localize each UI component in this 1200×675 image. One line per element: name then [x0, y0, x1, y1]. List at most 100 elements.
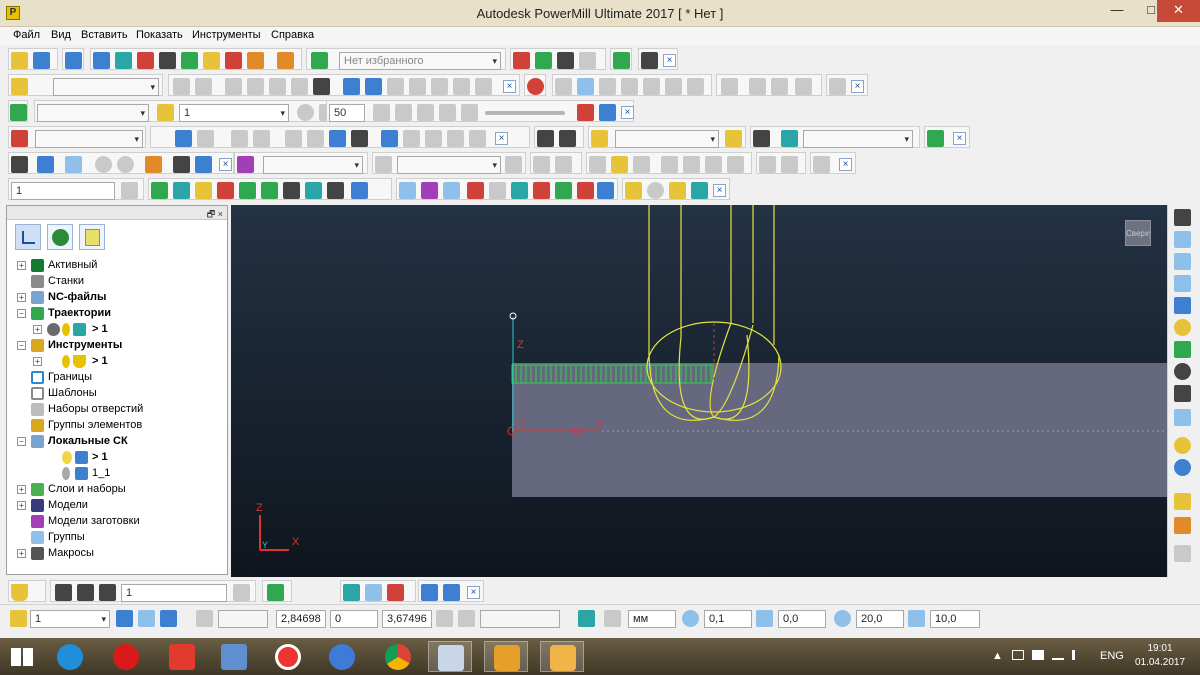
draw-gouge-icon[interactable]: [577, 182, 594, 199]
toolbar-close-icon[interactable]: ×: [467, 586, 480, 599]
menu-show[interactable]: Показать: [136, 29, 183, 41]
tray-volume-icon[interactable]: [1072, 650, 1084, 660]
copy-view-icon[interactable]: [795, 78, 812, 95]
view-iso3-icon[interactable]: [1174, 275, 1191, 292]
draw-collision-icon[interactable]: [555, 182, 572, 199]
minimize-button[interactable]: —: [1100, 0, 1134, 22]
leads-links-icon[interactable]: [203, 52, 220, 69]
start-button[interactable]: [0, 641, 44, 672]
taskbar-chrome[interactable]: [376, 641, 420, 672]
draw-points-icon[interactable]: [467, 182, 484, 199]
back-view-icon[interactable]: [687, 78, 704, 95]
stock-model-icon[interactable]: [237, 156, 254, 173]
toolpath-links-icon[interactable]: [173, 182, 190, 199]
toolpath-combo[interactable]: 1: [11, 182, 115, 200]
stock-folder-icon[interactable]: [611, 156, 628, 173]
cancel-view-icon[interactable]: [1174, 363, 1191, 380]
capture-icon[interactable]: [829, 78, 846, 95]
toolpath-info-icon[interactable]: [305, 182, 322, 199]
tab-globe[interactable]: [47, 224, 73, 250]
tool-pen-icon[interactable]: [421, 584, 438, 601]
status-thickness-field[interactable]: 0,0: [778, 610, 826, 628]
graphics-viewport[interactable]: Z Y X Z X Y Сверху: [231, 205, 1167, 577]
status-workplane-combo[interactable]: 1 ▾: [30, 610, 110, 628]
bottom-tool-combo[interactable]: 1: [121, 584, 227, 602]
toolbar-close-icon[interactable]: ×: [953, 132, 966, 145]
forward-end-icon[interactable]: [461, 104, 478, 121]
toolpath-reorder-icon[interactable]: [195, 182, 212, 199]
draw-vectors-icon[interactable]: [511, 182, 528, 199]
tray-network-icon[interactable]: [1052, 650, 1064, 660]
transform-workplane-icon[interactable]: [175, 130, 192, 147]
status-diameter-field[interactable]: 20,0: [856, 610, 904, 628]
hat-icon[interactable]: [37, 156, 54, 173]
speed-slider[interactable]: [485, 111, 565, 115]
status-units-icon[interactable]: [578, 610, 595, 627]
select-cursor-icon[interactable]: [1174, 493, 1191, 510]
split-icon[interactable]: [749, 78, 766, 95]
menu-help[interactable]: Справка: [271, 29, 314, 41]
tray-clock[interactable]: 19:01 01.04.2017: [1130, 642, 1190, 670]
nc-program-icon[interactable]: [247, 52, 264, 69]
tool-view-a-icon[interactable]: [343, 584, 360, 601]
status-x-field[interactable]: 2,84698: [276, 610, 326, 628]
tab-recycle[interactable]: [79, 224, 105, 250]
step-combo[interactable]: 50: [329, 104, 365, 122]
front-view-icon[interactable]: [643, 78, 660, 95]
taskbar-calculator[interactable]: [212, 641, 256, 672]
shaded-icon[interactable]: [555, 78, 572, 95]
calc-grid-icon[interactable]: [557, 52, 574, 69]
menu-file[interactable]: Файл: [13, 29, 40, 41]
shade-view-icon[interactable]: [1174, 409, 1191, 426]
verify-icon[interactable]: [625, 182, 642, 199]
lightbulb-icon[interactable]: [297, 104, 314, 121]
view-iso2-icon[interactable]: [1174, 253, 1191, 270]
verify-tool-icon[interactable]: [669, 182, 686, 199]
tool-edit-bottom-icon[interactable]: [267, 584, 284, 601]
save-icon[interactable]: [33, 52, 50, 69]
taskbar-powermill-1[interactable]: [484, 641, 528, 672]
toolbar-close-icon[interactable]: ×: [503, 80, 516, 93]
machine-icon[interactable]: [753, 130, 770, 147]
toolpath-limit-icon[interactable]: [261, 182, 278, 199]
tool-transform-icon[interactable]: [443, 584, 460, 601]
tool-view-c-icon[interactable]: [387, 584, 404, 601]
box-view-icon[interactable]: [599, 78, 616, 95]
draw-feed-icon[interactable]: [533, 182, 550, 199]
sheet-icon[interactable]: [559, 130, 576, 147]
view-iso4-icon[interactable]: [1174, 297, 1191, 314]
toolpath-time-icon[interactable]: [327, 182, 344, 199]
open-icon[interactable]: [11, 52, 28, 69]
tool-shape-a-icon[interactable]: [55, 584, 72, 601]
binoculars-icon[interactable]: [641, 52, 658, 69]
taskbar-yandex[interactable]: [160, 641, 204, 672]
edit-icon[interactable]: [513, 52, 530, 69]
close-button[interactable]: ✕: [1157, 0, 1200, 22]
toolbar-close-icon[interactable]: ×: [663, 54, 676, 67]
toolbar-close-icon[interactable]: ×: [495, 132, 508, 145]
tool-database-icon[interactable]: [159, 52, 176, 69]
taskbar-keyboard[interactable]: [428, 641, 472, 672]
machine-combo[interactable]: ▾: [803, 130, 913, 148]
view-cube[interactable]: Сверху: [1125, 220, 1151, 246]
view-top-icon[interactable]: [1174, 209, 1191, 226]
status-z-field[interactable]: 3,67496: [382, 610, 432, 628]
wireframe-icon[interactable]: [577, 78, 594, 95]
light-icon[interactable]: [725, 130, 742, 147]
ruler-icon[interactable]: [604, 610, 621, 627]
fit-view-icon[interactable]: [1174, 385, 1191, 402]
toolpath-strategies-icon[interactable]: [181, 52, 198, 69]
stock-transform-icon[interactable]: [195, 156, 212, 173]
workplane-icon[interactable]: [11, 130, 28, 147]
zoom-icon[interactable]: [1174, 319, 1191, 336]
diamond-icon[interactable]: [65, 156, 82, 173]
draw-leads-icon[interactable]: [421, 182, 438, 199]
feature-combo[interactable]: ▾: [615, 130, 719, 148]
sim-view-icon[interactable]: [599, 104, 616, 121]
toolbar-close-icon[interactable]: ×: [839, 158, 852, 171]
play-icon[interactable]: [417, 104, 434, 121]
machine-tool-icon[interactable]: [781, 130, 798, 147]
record-icon[interactable]: [527, 78, 544, 95]
simulation-icon[interactable]: [10, 104, 27, 121]
curve-edit-icon[interactable]: [343, 78, 360, 95]
